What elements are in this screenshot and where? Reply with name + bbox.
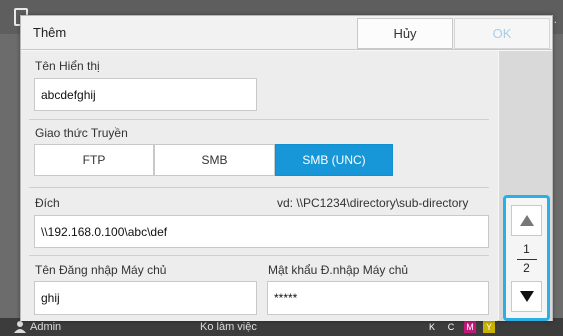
server-login-label: Tên Đăng nhập Máy chủ <box>35 263 167 277</box>
down-arrow-icon <box>519 291 534 302</box>
protocol-smb-unc-button[interactable]: SMB (UNC) <box>275 144 393 176</box>
ink-y: Y <box>483 321 495 333</box>
dialog-header: Thêm Hủy OK <box>21 16 552 50</box>
display-name-label: Tên Hiển thị <box>35 59 100 73</box>
protocol-ftp-button[interactable]: FTP <box>34 144 154 176</box>
protocol-smb-button[interactable]: SMB <box>154 144 275 176</box>
divider <box>29 119 489 120</box>
page-navigator: 1 2 <box>503 195 550 321</box>
protocol-label: Giao thức Truyền <box>35 126 128 140</box>
current-page: 1 <box>523 242 530 256</box>
destination-field[interactable]: \\192.168.0.100\abc\def <box>34 215 489 248</box>
up-arrow-icon <box>519 215 534 226</box>
ink-c: C <box>447 322 455 332</box>
ink-m: M <box>464 321 476 333</box>
server-login-field[interactable]: ghij <box>34 281 257 315</box>
destination-label: Đích <box>35 196 60 210</box>
page-up-button[interactable] <box>511 205 542 236</box>
divider <box>29 187 489 188</box>
machine-status: Ko làm việc <box>200 321 257 333</box>
ink-k: K <box>428 322 435 332</box>
dialog-title: Thêm <box>33 25 67 40</box>
total-pages: 2 <box>523 261 530 275</box>
destination-example: vd: \\PC1234\directory\sub-directory <box>277 196 469 210</box>
ok-button[interactable]: OK <box>454 18 550 49</box>
add-destination-dialog: Thêm Hủy OK Tên Hiển thị abcdefghij Giao… <box>20 15 553 321</box>
page-down-button[interactable] <box>511 281 542 312</box>
cancel-button[interactable]: Hủy <box>357 18 453 49</box>
user-icon <box>14 321 26 333</box>
user-name: Admin <box>30 321 62 333</box>
server-password-field[interactable]: ***** <box>267 281 489 315</box>
display-name-field[interactable]: abcdefghij <box>34 78 257 111</box>
divider <box>29 255 489 256</box>
page-divider <box>517 259 537 260</box>
server-password-label: Mật khẩu Đ.nhập Máy chủ <box>268 263 409 277</box>
